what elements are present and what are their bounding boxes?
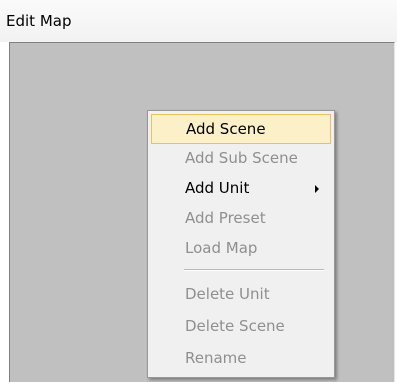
menu-separator xyxy=(184,269,324,271)
menu-item-rename[interactable]: Rename xyxy=(151,344,331,374)
menu-item-add-unit-label: Add Unit xyxy=(185,179,250,197)
menu-item-add-unit[interactable]: Add Unit xyxy=(151,174,331,204)
menu-item-load-map[interactable]: Load Map xyxy=(151,234,331,264)
submenu-arrow-icon xyxy=(315,185,319,193)
menu-item-add-scene[interactable]: Add Scene xyxy=(151,114,331,144)
menu-item-delete-scene[interactable]: Delete Scene xyxy=(151,312,331,342)
menu-item-delete-unit[interactable]: Delete Unit xyxy=(151,280,331,310)
menu-item-add-preset[interactable]: Add Preset xyxy=(151,204,331,234)
window-title: Edit Map xyxy=(6,12,72,30)
title-bar: Edit Map xyxy=(0,0,397,42)
context-menu: Add Scene Add Sub Scene Add Unit Add Pre… xyxy=(147,110,335,378)
menu-item-add-sub-scene[interactable]: Add Sub Scene xyxy=(151,144,331,174)
